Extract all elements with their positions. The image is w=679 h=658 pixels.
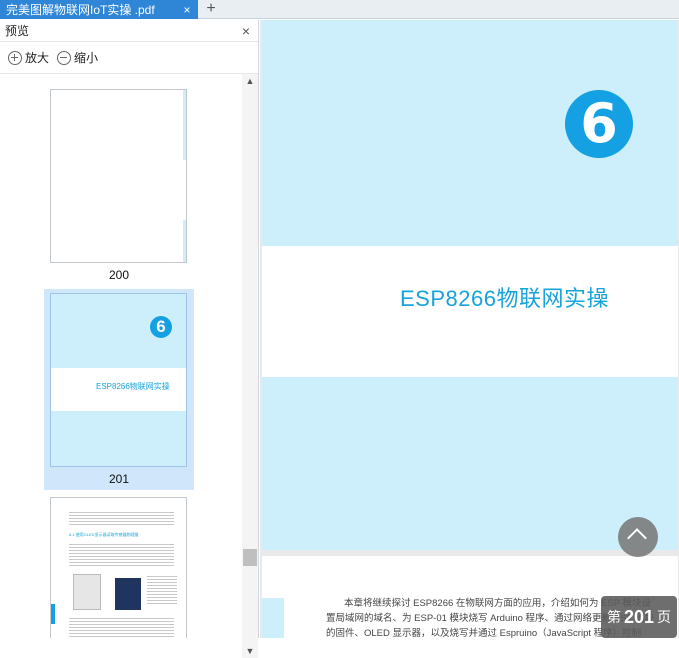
thumbnail-figure [73,574,101,610]
close-tab-icon[interactable]: × [180,3,194,17]
scroll-up-icon[interactable]: ▲ [245,76,255,86]
sidebar-close-icon[interactable]: × [242,23,250,39]
zoom-out-label: 缩小 [74,51,99,65]
thumbnail-page-200[interactable] [50,89,187,263]
chapter-number-badge: 6 [565,90,633,158]
zoom-out-icon [57,50,72,65]
thumbnail-figure [115,578,141,610]
thumbnail-text-lines [69,616,174,638]
page-number: 201 [623,606,655,627]
thumbnail-text-lines [69,510,174,526]
thumbnail-heading: 6.1 使用OLED显示器读取传感器物理量 [69,532,139,537]
page-suffix: 页 [657,609,672,625]
zoom-out-button[interactable]: 缩小 [57,49,98,66]
page-band-bottom [262,377,678,550]
thumbnail-chapter-number: 6 [150,316,172,338]
page-number-indicator: 第 201 页 [601,596,677,638]
scroll-to-top-button[interactable] [618,517,658,557]
zoom-in-icon [8,50,22,65]
new-tab-icon[interactable]: + [202,0,220,19]
tab-title: 完美图解物联网IoT实操 .pdf [6,3,155,17]
document-view[interactable]: 6 ESP8266物联网实操 本章将继续探讨 ESP8266 在物联网方面的应用… [260,20,679,638]
thumbnail-scrollbar[interactable]: ▲ ▼ [242,74,258,658]
thumbnail-page-202[interactable]: 6.1 使用OLED显示器读取传感器物理量 [50,497,187,638]
zoom-in-label: 放大 [25,51,50,65]
thumbnail-edge-strip [183,220,186,262]
thumbnail-text-lines [69,542,174,566]
page-side-stripe [262,598,284,638]
thumbnail-label-201: 201 [108,472,130,486]
document-page-201: 6 ESP8266物联网实操 [262,20,678,550]
chapter-title: ESP8266物联网实操 [400,286,609,311]
thumbnail-list: 200 6 ESP8266物联网实操 201 6.1 使用OLED显示器读取传感… [0,76,242,638]
zoom-in-button[interactable]: 放大 [8,49,49,66]
preview-sidebar: 预览 × 放大 缩小 200 6 ESP8266物联网实操 201 6.1 使用… [0,20,259,658]
zoom-toolbar: 放大 缩小 [0,42,258,74]
sidebar-title: 预览 [5,24,30,38]
tab-bar: 完美图解物联网IoT实操 .pdf × + [0,0,679,19]
scrollbar-thumb[interactable] [243,549,257,566]
page-prefix: 第 [606,609,621,625]
thumbnail-label-200: 200 [108,268,130,282]
thumbnail-page-201[interactable]: 6 ESP8266物联网实操 [50,293,187,467]
thumbnail-text-lines [147,574,177,604]
sidebar-header: 预览 × [0,20,258,42]
document-tab[interactable]: 完美图解物联网IoT实操 .pdf × [0,0,198,19]
thumbnail-chapter-title: ESP8266物联网实操 [96,382,170,391]
scroll-down-icon[interactable]: ▼ [245,646,255,656]
thumbnail-band-bottom [51,411,186,466]
thumbnail-edge-strip [51,604,55,624]
thumbnail-edge-strip [183,90,186,160]
